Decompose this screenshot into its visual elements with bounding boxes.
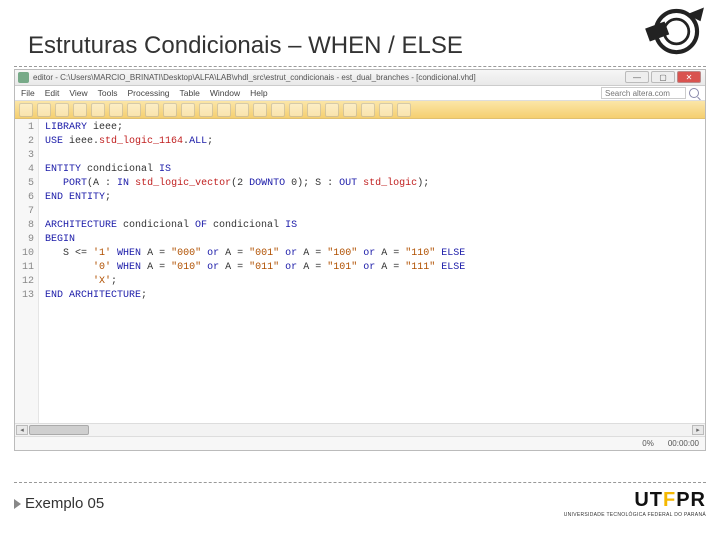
app-icon [18,72,29,83]
toolbar-button-3[interactable] [73,103,87,117]
toolbar-button-7[interactable] [145,103,159,117]
toolbar-button-12[interactable] [235,103,249,117]
code-line[interactable]: USE ieee.std_logic_1164.ALL; [45,135,705,149]
menu-item-window[interactable]: Window [210,88,240,98]
toolbar-button-11[interactable] [217,103,231,117]
code-line[interactable] [45,149,705,163]
utfpr-logo: UTFPR UNIVERSIDADE TECNOLÓGICA FEDERAL D… [564,489,706,518]
search-icon[interactable] [689,88,699,98]
code-line[interactable]: 'X'; [45,275,705,289]
search-input[interactable] [601,87,686,99]
code-area[interactable]: 12345678910111213 LIBRARY ieee;USE ieee.… [15,119,705,423]
toolbar-button-1[interactable] [37,103,51,117]
divider-bottom [14,482,706,483]
toolbar-button-2[interactable] [55,103,69,117]
status-percent: 0% [642,439,654,448]
toolbar-button-10[interactable] [199,103,213,117]
line-number: 10 [15,247,34,261]
line-number: 7 [15,205,34,219]
menu-item-edit[interactable]: Edit [45,88,60,98]
line-number: 9 [15,233,34,247]
line-number: 13 [15,289,34,303]
toolbar-button-8[interactable] [163,103,177,117]
menu-item-view[interactable]: View [69,88,87,98]
code-line[interactable]: PORT(A : IN std_logic_vector(2 DOWNTO 0)… [45,177,705,191]
toolbar-button-16[interactable] [307,103,321,117]
line-number: 12 [15,275,34,289]
logo-part-pr: PR [676,489,706,511]
line-number: 6 [15,191,34,205]
code-content[interactable]: LIBRARY ieee;USE ieee.std_logic_1164.ALL… [39,119,705,423]
scroll-left-arrow[interactable]: ◂ [16,425,28,435]
statusbar: 0% 00:00:00 [15,436,705,450]
toolbar-button-14[interactable] [271,103,285,117]
menu-item-help[interactable]: Help [250,88,267,98]
menubar: File Edit View Tools Processing Table Window He… [15,86,705,101]
logo-subtitle: UNIVERSIDADE TECNOLÓGICA FEDERAL DO PARA… [564,512,706,518]
close-button[interactable]: ✕ [677,71,701,83]
code-line[interactable]: '0' WHEN A = "010" or A = "011" or A = "… [45,261,705,275]
line-number-gutter: 12345678910111213 [15,119,39,423]
toolbar-button-18[interactable] [343,103,357,117]
line-number: 1 [15,121,34,135]
triangle-bullet-icon [14,499,21,509]
window-title-text: editor - C:\Users\MARCIO_BRINATI\Desktop… [33,73,476,82]
code-line[interactable]: LIBRARY ieee; [45,121,705,135]
line-number: 3 [15,149,34,163]
scroll-right-arrow[interactable]: ▸ [692,425,704,435]
status-time: 00:00:00 [668,439,699,448]
toolbar-button-0[interactable] [19,103,33,117]
code-line[interactable]: BEGIN [45,233,705,247]
toolbar [15,101,705,119]
toolbar-button-6[interactable] [127,103,141,117]
toolbar-button-5[interactable] [109,103,123,117]
footer-text: Exemplo 05 [25,495,104,512]
slide-title: Estruturas Condicionais – WHEN / ELSE [0,0,720,66]
toolbar-button-21[interactable] [397,103,411,117]
window-titlebar[interactable]: editor - C:\Users\MARCIO_BRINATI\Desktop… [15,70,705,86]
toolbar-button-17[interactable] [325,103,339,117]
slide-footer: Exemplo 05 UTFPR UNIVERSIDADE TECNOLÓGIC… [14,482,706,518]
toolbar-button-9[interactable] [181,103,195,117]
code-line[interactable] [45,205,705,219]
divider-top [14,66,706,67]
scroll-thumb[interactable] [29,425,89,435]
maximize-button[interactable]: ▢ [651,71,675,83]
code-line[interactable]: END ENTITY; [45,191,705,205]
toolbar-button-15[interactable] [289,103,303,117]
menu-item-table[interactable]: Table [180,88,200,98]
toolbar-button-19[interactable] [361,103,375,117]
code-line[interactable]: END ARCHITECTURE; [45,289,705,303]
line-number: 8 [15,219,34,233]
menu-item-processing[interactable]: Processing [127,88,169,98]
code-line[interactable]: ENTITY condicional IS [45,163,705,177]
line-number: 2 [15,135,34,149]
menu-item-file[interactable]: File [21,88,35,98]
line-number: 11 [15,261,34,275]
toolbar-button-4[interactable] [91,103,105,117]
search-wrap [601,87,699,99]
line-number: 4 [15,163,34,177]
minimize-button[interactable]: — [625,71,649,83]
code-line[interactable]: S <= '1' WHEN A = "000" or A = "001" or … [45,247,705,261]
toolbar-button-20[interactable] [379,103,393,117]
menu-item-tools[interactable]: Tools [98,88,118,98]
line-number: 5 [15,177,34,191]
footer-label: Exemplo 05 [14,495,104,512]
horizontal-scrollbar[interactable]: ◂ ▸ [15,423,705,436]
editor-window: editor - C:\Users\MARCIO_BRINATI\Desktop… [14,69,706,451]
logo-part-f: F [663,489,676,511]
toolbar-button-13[interactable] [253,103,267,117]
logo-part-ut: UT [634,489,663,511]
institution-emblem [638,4,708,59]
code-line[interactable]: ARCHITECTURE condicional OF condicional … [45,219,705,233]
